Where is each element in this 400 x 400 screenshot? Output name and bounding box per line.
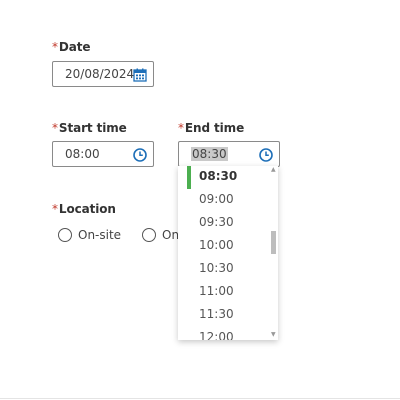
clock-icon[interactable]	[132, 147, 148, 163]
required-asterisk: *	[52, 121, 58, 135]
divider	[0, 398, 400, 399]
time-option-label: 11:30	[199, 307, 234, 321]
time-option[interactable]: 10:00	[178, 235, 270, 258]
time-option[interactable]: 09:30	[178, 212, 270, 235]
radio-online-clip: Online	[140, 226, 180, 246]
start-time-field[interactable]: 08:00	[52, 141, 154, 167]
time-option[interactable]: 11:30	[178, 304, 270, 327]
radio-button[interactable]	[58, 228, 72, 242]
radio-button[interactable]	[142, 228, 156, 242]
date-label: *Date	[52, 40, 91, 54]
time-option[interactable]: 12:00	[178, 327, 270, 340]
time-option-label: 10:30	[199, 261, 234, 275]
radio-online[interactable]: Online	[142, 228, 180, 242]
time-option-label: 10:00	[199, 238, 234, 252]
location-label-text: Location	[58, 202, 116, 216]
time-option[interactable]: 11:00	[178, 281, 270, 304]
end-time-label-text: End time	[184, 121, 245, 135]
start-time-value[interactable]: 08:00	[65, 147, 100, 161]
time-option-selected[interactable]: 08:30	[178, 166, 270, 189]
date-field[interactable]: 20/08/2024	[52, 61, 154, 87]
time-option-label: 11:00	[199, 284, 234, 298]
radio-onsite-label: On-site	[78, 228, 122, 242]
calendar-icon[interactable]	[132, 67, 148, 83]
start-time-label: *Start time	[52, 121, 127, 135]
scrollbar-thumb[interactable]	[271, 231, 276, 254]
scroll-down-arrow-icon[interactable]: ▼	[271, 332, 276, 338]
required-asterisk: *	[52, 40, 58, 54]
end-time-value[interactable]: 08:30	[191, 147, 228, 161]
end-time-field[interactable]: 08:30	[178, 141, 280, 167]
time-option-label: 08:30	[199, 169, 238, 183]
time-option-label: 09:00	[199, 192, 234, 206]
dropdown-scrollbar[interactable]: ▲ ▼	[270, 166, 278, 340]
required-asterisk: *	[52, 202, 58, 216]
scroll-up-arrow-icon[interactable]: ▲	[271, 167, 276, 173]
end-time-label: *End time	[178, 121, 244, 135]
start-time-label-text: Start time	[58, 121, 127, 135]
time-option-label: 12:00	[199, 330, 234, 340]
required-asterisk: *	[178, 121, 184, 135]
time-option[interactable]: 10:30	[178, 258, 270, 281]
end-time-dropdown[interactable]: 08:30 09:00 09:30 10:00 10:30 11:00 11:3…	[178, 166, 278, 340]
date-label-text: Date	[58, 40, 91, 54]
location-label: *Location	[52, 202, 116, 216]
clock-icon[interactable]	[258, 147, 274, 163]
time-option-label: 09:30	[199, 215, 234, 229]
radio-onsite[interactable]: On-site	[58, 228, 121, 242]
time-option[interactable]: 09:00	[178, 189, 270, 212]
date-value[interactable]: 20/08/2024	[65, 67, 134, 81]
